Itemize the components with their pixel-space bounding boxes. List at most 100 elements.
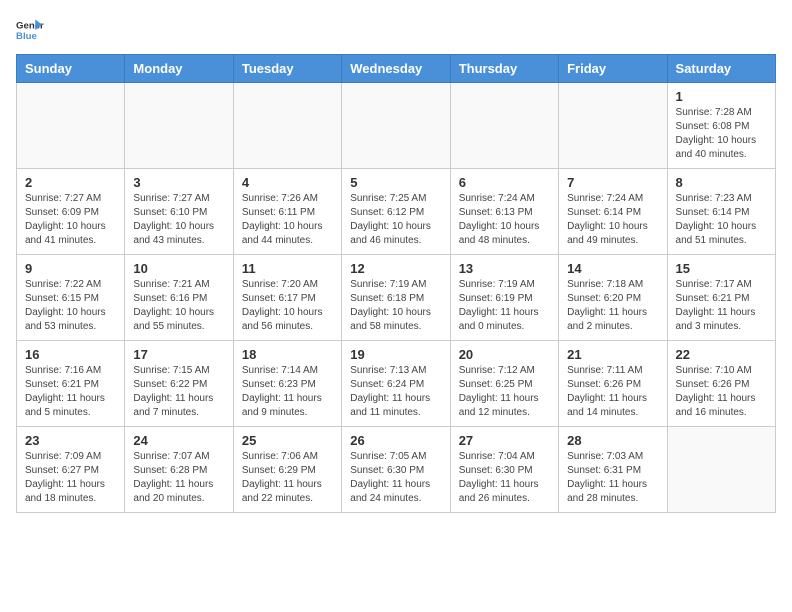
calendar-cell: 17 Sunrise: 7:15 AM Sunset: 6:22 PM Dayli…: [125, 341, 233, 427]
day-number: 20: [459, 347, 550, 362]
calendar-cell: 10 Sunrise: 7:21 AM Sunset: 6:16 PM Dayli…: [125, 255, 233, 341]
calendar-cell: 1 Sunrise: 7:28 AM Sunset: 6:08 PM Daylig…: [667, 83, 775, 169]
day-number: 28: [567, 433, 658, 448]
day-info: Sunrise: 7:11 AM Sunset: 6:26 PM Dayligh…: [567, 364, 658, 420]
day-info: Sunrise: 7:12 AM Sunset: 6:25 PM Dayligh…: [459, 364, 550, 420]
calendar-cell: 13 Sunrise: 7:19 AM Sunset: 6:19 PM Dayli…: [450, 255, 558, 341]
calendar-cell: 20 Sunrise: 7:12 AM Sunset: 6:25 PM Dayli…: [450, 341, 558, 427]
calendar-cell: 27 Sunrise: 7:04 AM Sunset: 6:30 PM Dayli…: [450, 427, 558, 513]
day-info: Sunrise: 7:05 AM Sunset: 6:30 PM Dayligh…: [350, 450, 441, 506]
weekday-header-saturday: Saturday: [667, 55, 775, 83]
day-number: 9: [25, 261, 116, 276]
day-number: 4: [242, 175, 333, 190]
calendar-cell: 6Sunrise: 7:24 AM Sunset: 6:13 PM Daylig…: [450, 169, 558, 255]
weekday-header-wednesday: Wednesday: [342, 55, 450, 83]
calendar-cell: 2 Sunrise: 7:27 AM Sunset: 6:09 PM Daylig…: [17, 169, 125, 255]
calendar-cell: [342, 83, 450, 169]
calendar-cell: 12 Sunrise: 7:19 AM Sunset: 6:18 PM Dayli…: [342, 255, 450, 341]
logo: General Blue: [16, 16, 44, 44]
day-info: Sunrise: 7:10 AM Sunset: 6:26 PM Dayligh…: [676, 364, 767, 420]
day-number: 13: [459, 261, 550, 276]
calendar-cell: 14 Sunrise: 7:18 AM Sunset: 6:20 PM Dayli…: [559, 255, 667, 341]
day-info: Sunrise: 7:07 AM Sunset: 6:28 PM Dayligh…: [133, 450, 224, 506]
day-number: 19: [350, 347, 441, 362]
calendar-cell: 11 Sunrise: 7:20 AM Sunset: 6:17 PM Dayli…: [233, 255, 341, 341]
header: General Blue: [16, 16, 776, 44]
calendar-cell: [450, 83, 558, 169]
weekday-header-tuesday: Tuesday: [233, 55, 341, 83]
day-number: 16: [25, 347, 116, 362]
day-info: Sunrise: 7:27 AM Sunset: 6:10 PM Dayligh…: [133, 192, 224, 248]
weekday-header-thursday: Thursday: [450, 55, 558, 83]
calendar: SundayMondayTuesdayWednesdayThursdayFrid…: [16, 54, 776, 513]
day-number: 6: [459, 175, 550, 190]
day-number: 15: [676, 261, 767, 276]
day-number: 14: [567, 261, 658, 276]
day-info: Sunrise: 7:06 AM Sunset: 6:29 PM Dayligh…: [242, 450, 333, 506]
calendar-cell: 18 Sunrise: 7:14 AM Sunset: 6:23 PM Dayli…: [233, 341, 341, 427]
day-info: Sunrise: 7:16 AM Sunset: 6:21 PM Dayligh…: [25, 364, 116, 420]
calendar-cell: [233, 83, 341, 169]
week-row-3: 9 Sunrise: 7:22 AM Sunset: 6:15 PM Daylig…: [17, 255, 776, 341]
calendar-cell: 21Sunrise: 7:11 AM Sunset: 6:26 PM Dayli…: [559, 341, 667, 427]
calendar-cell: 9 Sunrise: 7:22 AM Sunset: 6:15 PM Daylig…: [17, 255, 125, 341]
day-info: Sunrise: 7:24 AM Sunset: 6:14 PM Dayligh…: [567, 192, 658, 248]
day-info: Sunrise: 7:26 AM Sunset: 6:11 PM Dayligh…: [242, 192, 333, 248]
day-info: Sunrise: 7:27 AM Sunset: 6:09 PM Dayligh…: [25, 192, 116, 248]
day-number: 17: [133, 347, 224, 362]
week-row-5: 23 Sunrise: 7:09 AM Sunset: 6:27 PM Dayli…: [17, 427, 776, 513]
day-number: 18: [242, 347, 333, 362]
day-info: Sunrise: 7:19 AM Sunset: 6:18 PM Dayligh…: [350, 278, 441, 334]
day-number: 2: [25, 175, 116, 190]
day-number: 8: [676, 175, 767, 190]
day-number: 3: [133, 175, 224, 190]
day-number: 24: [133, 433, 224, 448]
day-info: Sunrise: 7:20 AM Sunset: 6:17 PM Dayligh…: [242, 278, 333, 334]
day-info: Sunrise: 7:09 AM Sunset: 6:27 PM Dayligh…: [25, 450, 116, 506]
calendar-cell: 26 Sunrise: 7:05 AM Sunset: 6:30 PM Dayli…: [342, 427, 450, 513]
day-number: 1: [676, 89, 767, 104]
calendar-cell: [125, 83, 233, 169]
day-info: Sunrise: 7:17 AM Sunset: 6:21 PM Dayligh…: [676, 278, 767, 334]
weekday-header-friday: Friday: [559, 55, 667, 83]
calendar-cell: 16 Sunrise: 7:16 AM Sunset: 6:21 PM Dayli…: [17, 341, 125, 427]
weekday-header-sunday: Sunday: [17, 55, 125, 83]
weekday-header-row: SundayMondayTuesdayWednesdayThursdayFrid…: [17, 55, 776, 83]
day-info: Sunrise: 7:21 AM Sunset: 6:16 PM Dayligh…: [133, 278, 224, 334]
calendar-cell: 24 Sunrise: 7:07 AM Sunset: 6:28 PM Dayli…: [125, 427, 233, 513]
calendar-cell: [559, 83, 667, 169]
calendar-cell: 5 Sunrise: 7:25 AM Sunset: 6:12 PM Daylig…: [342, 169, 450, 255]
day-info: Sunrise: 7:13 AM Sunset: 6:24 PM Dayligh…: [350, 364, 441, 420]
week-row-2: 2 Sunrise: 7:27 AM Sunset: 6:09 PM Daylig…: [17, 169, 776, 255]
weekday-header-monday: Monday: [125, 55, 233, 83]
calendar-cell: 7 Sunrise: 7:24 AM Sunset: 6:14 PM Daylig…: [559, 169, 667, 255]
calendar-cell: 3 Sunrise: 7:27 AM Sunset: 6:10 PM Daylig…: [125, 169, 233, 255]
day-number: 5: [350, 175, 441, 190]
calendar-cell: 25 Sunrise: 7:06 AM Sunset: 6:29 PM Dayli…: [233, 427, 341, 513]
calendar-cell: 8Sunrise: 7:23 AM Sunset: 6:14 PM Daylig…: [667, 169, 775, 255]
day-info: Sunrise: 7:18 AM Sunset: 6:20 PM Dayligh…: [567, 278, 658, 334]
day-info: Sunrise: 7:04 AM Sunset: 6:30 PM Dayligh…: [459, 450, 550, 506]
day-number: 10: [133, 261, 224, 276]
day-info: Sunrise: 7:28 AM Sunset: 6:08 PM Dayligh…: [676, 106, 767, 162]
calendar-cell: 19 Sunrise: 7:13 AM Sunset: 6:24 PM Dayli…: [342, 341, 450, 427]
day-info: Sunrise: 7:14 AM Sunset: 6:23 PM Dayligh…: [242, 364, 333, 420]
day-number: 11: [242, 261, 333, 276]
week-row-4: 16 Sunrise: 7:16 AM Sunset: 6:21 PM Dayli…: [17, 341, 776, 427]
calendar-cell: 15 Sunrise: 7:17 AM Sunset: 6:21 PM Dayli…: [667, 255, 775, 341]
week-row-1: 1 Sunrise: 7:28 AM Sunset: 6:08 PM Daylig…: [17, 83, 776, 169]
day-info: Sunrise: 7:15 AM Sunset: 6:22 PM Dayligh…: [133, 364, 224, 420]
day-info: Sunrise: 7:22 AM Sunset: 6:15 PM Dayligh…: [25, 278, 116, 334]
day-info: Sunrise: 7:19 AM Sunset: 6:19 PM Dayligh…: [459, 278, 550, 334]
day-number: 25: [242, 433, 333, 448]
day-number: 26: [350, 433, 441, 448]
day-number: 22: [676, 347, 767, 362]
day-number: 27: [459, 433, 550, 448]
day-number: 23: [25, 433, 116, 448]
logo-icon: General Blue: [16, 16, 44, 44]
day-number: 7: [567, 175, 658, 190]
day-number: 12: [350, 261, 441, 276]
calendar-cell: 23 Sunrise: 7:09 AM Sunset: 6:27 PM Dayli…: [17, 427, 125, 513]
day-info: Sunrise: 7:25 AM Sunset: 6:12 PM Dayligh…: [350, 192, 441, 248]
calendar-cell: [17, 83, 125, 169]
